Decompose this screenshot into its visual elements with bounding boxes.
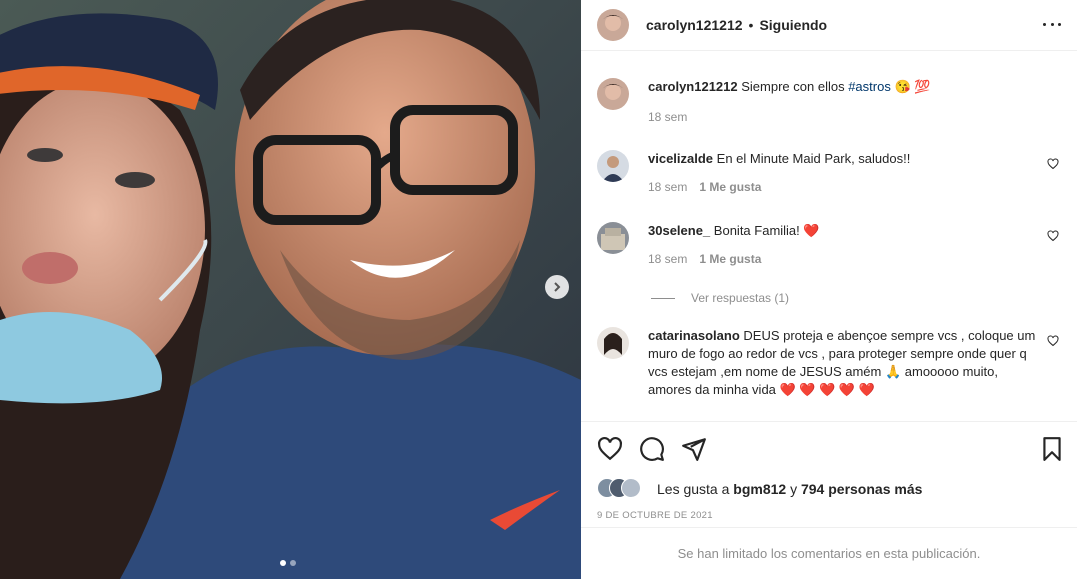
comment-text: Bonita Familia!: [713, 223, 800, 238]
view-replies-button[interactable]: Ver respuestas (1): [651, 291, 789, 305]
comments-limited-notice: Se han limitado los comentarios en esta …: [581, 527, 1077, 579]
liker-avatars: [597, 478, 653, 500]
comment-emoji: ❤️: [803, 223, 820, 238]
like-comment-icon[interactable]: [1047, 158, 1059, 170]
commenter-avatar[interactable]: [597, 150, 629, 182]
like-comment-icon[interactable]: [1047, 335, 1059, 347]
commenter-avatar[interactable]: [597, 222, 629, 254]
carousel-dot-active: [280, 560, 286, 566]
caption-username[interactable]: carolyn121212: [648, 79, 738, 94]
liker-avatar[interactable]: [621, 478, 641, 498]
caption-time[interactable]: 18 sem: [648, 108, 687, 126]
comment-item: vicelizalde En el Minute Maid Park, salu…: [597, 150, 1061, 196]
caption-emoji: 😘 💯: [894, 79, 931, 94]
following-button[interactable]: Siguiendo: [759, 17, 827, 33]
post-actions: Les gusta a bgm812 y 794 personas más 9 …: [581, 421, 1077, 527]
post-header: carolyn121212 • Siguiendo: [581, 0, 1077, 51]
photo-illustration: [0, 0, 581, 579]
like-comment-icon[interactable]: [1047, 230, 1059, 242]
carousel-dots: [280, 560, 296, 566]
comment-likes[interactable]: 1 Me gusta: [699, 250, 761, 268]
author-avatar[interactable]: [597, 78, 629, 110]
comment-username[interactable]: vicelizalde: [648, 151, 713, 166]
comment-time[interactable]: 18 sem: [648, 178, 687, 196]
view-replies-label: Ver respuestas (1): [691, 291, 790, 305]
comment-likes[interactable]: 1 Me gusta: [699, 178, 761, 196]
comments-list: carolyn121212 Siempre con ellos #astros …: [581, 51, 1077, 421]
comment-username[interactable]: 30selene_: [648, 223, 710, 238]
carousel-dot: [290, 560, 296, 566]
comment-item: catarinasolano DEUS proteja e abençoe se…: [597, 327, 1061, 399]
post-date[interactable]: 9 DE OCTUBRE DE 2021: [597, 510, 713, 521]
commenter-avatar[interactable]: [597, 327, 629, 359]
caption: carolyn121212 Siempre con ellos #astros …: [597, 78, 1061, 126]
comment-text: En el Minute Maid Park, saludos!!: [716, 151, 911, 166]
caption-text: Siempre con ellos: [741, 79, 849, 94]
comment-item: 30selene_ Bonita Familia! ❤️ 18 sem 1 Me …: [597, 222, 1061, 268]
liker-username[interactable]: bgm812: [733, 481, 786, 497]
more-icon[interactable]: [1043, 14, 1061, 34]
replies-line: [651, 297, 675, 299]
comment-time[interactable]: 18 sem: [648, 250, 687, 268]
likes-prefix: Les gusta a: [657, 481, 734, 497]
post-photo[interactable]: [0, 0, 581, 579]
like-icon[interactable]: [597, 436, 623, 462]
separator-dot: •: [748, 17, 754, 33]
comment-hearts: ❤️ ❤️ ❤️ ❤️ ❤️: [779, 382, 875, 397]
likes-middle: y: [786, 481, 801, 497]
author-avatar[interactable]: [597, 9, 629, 41]
author-username[interactable]: carolyn121212: [646, 17, 743, 33]
likes-count[interactable]: 794 personas más: [801, 481, 922, 497]
bookmark-icon[interactable]: [1039, 436, 1065, 462]
comment-username[interactable]: catarinasolano: [648, 328, 740, 343]
next-photo-button[interactable]: [545, 275, 569, 299]
hashtag-link[interactable]: #astros: [848, 79, 891, 94]
share-icon[interactable]: [681, 436, 707, 462]
chevron-right-icon: [554, 282, 561, 292]
likes-summary: Les gusta a bgm812 y 794 personas más: [597, 478, 922, 500]
post-sidebar: carolyn121212 • Siguiendo carolyn121212 …: [581, 0, 1077, 579]
comment-icon[interactable]: [639, 436, 665, 462]
